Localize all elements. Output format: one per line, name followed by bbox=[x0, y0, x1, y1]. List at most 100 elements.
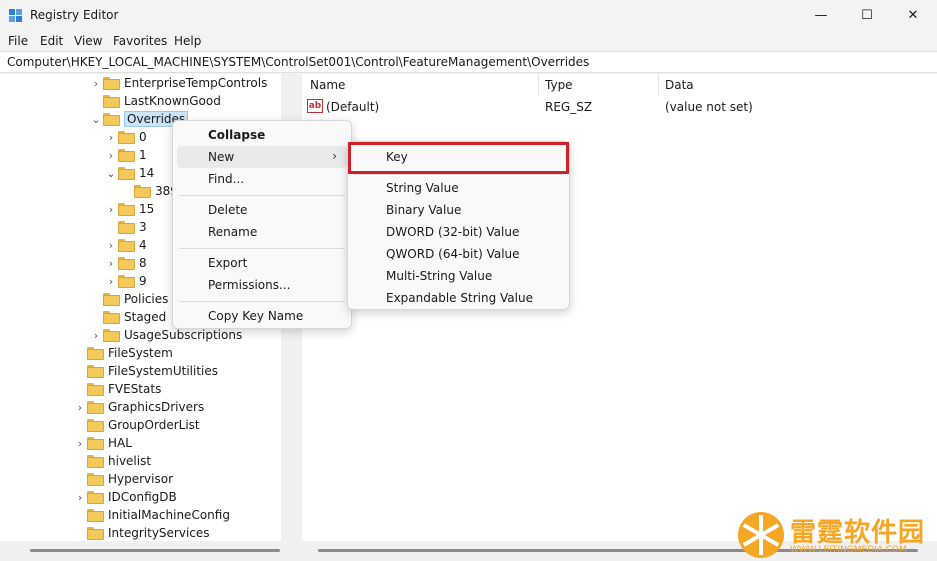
tree-item[interactable]: FileSystem bbox=[73, 344, 173, 362]
menu-item-export[interactable]: Export bbox=[177, 252, 347, 274]
menu-separator bbox=[179, 301, 345, 302]
chevron-right-icon[interactable]: › bbox=[104, 128, 118, 146]
submenu-item-string-value[interactable]: String Value bbox=[352, 177, 565, 199]
tree-item[interactable]: 389 bbox=[120, 182, 178, 200]
tree-item[interactable]: › 8 bbox=[104, 254, 147, 272]
menu-file[interactable]: File bbox=[8, 34, 28, 48]
tree-item-label: Hypervisor bbox=[108, 472, 174, 486]
chevron-right-icon[interactable]: › bbox=[89, 326, 103, 344]
folder-icon bbox=[118, 202, 135, 216]
column-header-type[interactable]: Type bbox=[545, 78, 573, 92]
tree-expander bbox=[73, 470, 87, 488]
menu-item-rename[interactable]: Rename bbox=[177, 221, 347, 243]
tree-item[interactable]: › GraphicsDrivers bbox=[73, 398, 204, 416]
menu-separator bbox=[179, 248, 345, 249]
tree-expander bbox=[73, 452, 87, 470]
tree-item[interactable]: › 4 bbox=[104, 236, 147, 254]
tree-item[interactable]: › IDConfigDB bbox=[73, 488, 177, 506]
tree-item-label: FileSystemUtilities bbox=[108, 364, 218, 378]
tree-item[interactable]: Policies bbox=[89, 290, 168, 308]
tree-item[interactable]: GroupOrderList bbox=[73, 416, 200, 434]
chevron-right-icon[interactable]: › bbox=[104, 272, 118, 290]
submenu-item-binary-value[interactable]: Binary Value bbox=[352, 199, 565, 221]
tree-item-label: 9 bbox=[139, 274, 147, 288]
tree-item-label: InitialMachineConfig bbox=[108, 508, 230, 522]
menu-item-delete[interactable]: Delete bbox=[177, 199, 347, 221]
tree-item-label: IDConfigDB bbox=[108, 490, 177, 504]
menu-item-find[interactable]: Find... bbox=[177, 168, 347, 190]
menu-item-new-label: New bbox=[208, 150, 235, 164]
tree-horizontal-scrollbar[interactable] bbox=[0, 541, 297, 561]
tree-item[interactable]: 3 bbox=[104, 218, 147, 236]
maximize-button[interactable]: ☐ bbox=[844, 0, 890, 30]
tree-item[interactable]: FileSystemUtilities bbox=[73, 362, 218, 380]
menu-edit[interactable]: Edit bbox=[40, 34, 63, 48]
column-header-data[interactable]: Data bbox=[665, 78, 694, 92]
tree-item[interactable]: FVEStats bbox=[73, 380, 161, 398]
submenu-item-multi-string-value[interactable]: Multi-String Value bbox=[352, 265, 565, 287]
chevron-right-icon[interactable]: › bbox=[104, 254, 118, 272]
menu-item-copy-key-name[interactable]: Copy Key Name bbox=[177, 305, 347, 327]
menu-bar: File Edit View Favorites Help bbox=[0, 31, 937, 51]
chevron-down-icon[interactable]: ⌄ bbox=[104, 164, 118, 182]
tree-item-label: UsageSubscriptions bbox=[124, 328, 243, 342]
folder-icon bbox=[103, 76, 120, 90]
chevron-right-icon[interactable]: › bbox=[104, 200, 118, 218]
menu-item-permissions[interactable]: Permissions... bbox=[177, 274, 347, 296]
tree-item[interactable]: LastKnownGood bbox=[89, 92, 221, 110]
tree-item[interactable]: › 9 bbox=[104, 272, 147, 290]
tree-item-label: 1 bbox=[139, 148, 147, 162]
tree-item[interactable]: › EnterpriseTempControls bbox=[89, 74, 268, 92]
address-path[interactable]: Computer\HKEY_LOCAL_MACHINE\SYSTEM\Contr… bbox=[7, 55, 589, 69]
context-menu: Collapse New › Find... Delete Rename Exp… bbox=[172, 120, 352, 329]
tree-item[interactable]: › 15 bbox=[104, 200, 154, 218]
tree-item[interactable]: › HAL bbox=[73, 434, 132, 452]
chevron-right-icon[interactable]: › bbox=[104, 146, 118, 164]
tree-expander bbox=[89, 308, 103, 326]
chevron-right-icon[interactable]: › bbox=[89, 74, 103, 92]
column-divider[interactable] bbox=[538, 74, 539, 96]
value-name[interactable]: (Default) bbox=[326, 100, 379, 114]
folder-open-icon bbox=[118, 166, 135, 180]
column-header-name[interactable]: Name bbox=[310, 78, 345, 92]
watermark-title: 雷霆软件园 bbox=[790, 518, 926, 548]
tree-item-label: 0 bbox=[139, 130, 147, 144]
tree-item[interactable]: InitialMachineConfig bbox=[73, 506, 230, 524]
menu-item-collapse[interactable]: Collapse bbox=[177, 124, 347, 146]
chevron-right-icon[interactable]: › bbox=[104, 236, 118, 254]
menu-favorites[interactable]: Favorites bbox=[113, 34, 167, 48]
menu-help[interactable]: Help bbox=[174, 34, 201, 48]
submenu-item-dword-value[interactable]: DWORD (32-bit) Value bbox=[352, 221, 565, 243]
tree-item[interactable]: ⌄ 14 bbox=[104, 164, 154, 182]
tree-item[interactable]: › 1 bbox=[104, 146, 147, 164]
tree-item-label: EnterpriseTempControls bbox=[124, 76, 268, 90]
chevron-right-icon[interactable]: › bbox=[73, 434, 87, 452]
tree-item[interactable]: Hypervisor bbox=[73, 470, 173, 488]
chevron-right-icon[interactable]: › bbox=[73, 488, 87, 506]
folder-icon bbox=[87, 346, 104, 360]
tree-item[interactable]: Staged bbox=[89, 308, 166, 326]
minimize-button[interactable]: — bbox=[798, 0, 844, 30]
submenu-item-qword-value[interactable]: QWORD (64-bit) Value bbox=[352, 243, 565, 265]
column-divider[interactable] bbox=[658, 74, 659, 96]
scrollbar-thumb[interactable] bbox=[30, 549, 280, 552]
tree-item[interactable]: hivelist bbox=[73, 452, 151, 470]
submenu-item-expandable-string-value[interactable]: Expandable String Value bbox=[352, 287, 565, 309]
tree-expander bbox=[73, 506, 87, 524]
registry-editor-icon bbox=[9, 9, 23, 23]
chevron-right-icon[interactable]: › bbox=[73, 398, 87, 416]
tree-item-label: GraphicsDrivers bbox=[108, 400, 205, 414]
folder-icon bbox=[87, 436, 104, 450]
folder-icon bbox=[87, 400, 104, 414]
menu-view[interactable]: View bbox=[74, 34, 102, 48]
folder-icon bbox=[87, 454, 104, 468]
tree-item-label: LastKnownGood bbox=[124, 94, 221, 108]
tree-item[interactable]: › 0 bbox=[104, 128, 147, 146]
address-bar[interactable]: Computer\HKEY_LOCAL_MACHINE\SYSTEM\Contr… bbox=[0, 51, 937, 73]
chevron-down-icon[interactable]: ⌄ bbox=[89, 110, 103, 128]
tree-item[interactable]: IntegrityServices bbox=[73, 524, 210, 542]
menu-item-new[interactable]: New › bbox=[177, 146, 347, 168]
close-button[interactable]: ✕ bbox=[890, 0, 936, 30]
key-highlight-box bbox=[348, 142, 569, 174]
folder-icon bbox=[87, 364, 104, 378]
